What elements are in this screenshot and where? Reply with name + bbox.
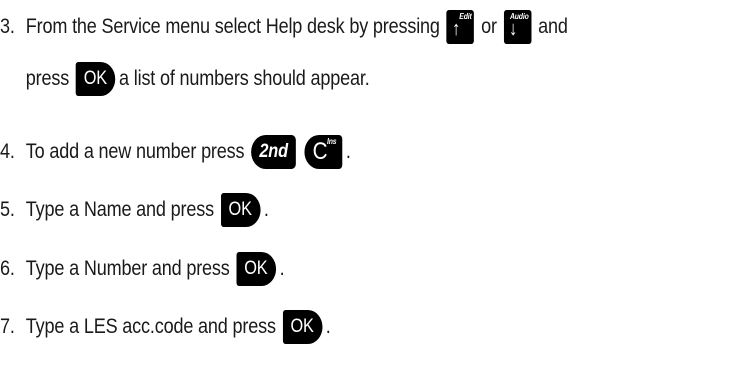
step-text: Type a Name and press [25, 198, 214, 221]
step-number: 7. [0, 315, 15, 338]
and-text: and [538, 15, 568, 38]
step-text: To add a new number press [25, 140, 245, 163]
step-3-line-2: press OK a list of numbers should appear… [0, 59, 370, 99]
or-text: or [481, 15, 497, 38]
step-number: 4. [0, 140, 15, 163]
key-superscript: Edit [459, 12, 472, 21]
ok-key: OK [282, 310, 323, 344]
key-superscript: Ins [326, 137, 337, 146]
key-main-label: C [312, 138, 328, 165]
step-text: From the Service menu select Help desk b… [25, 15, 440, 38]
step-number: 6. [0, 257, 15, 280]
audio-down-key: ↓ Audio [503, 10, 532, 44]
step-text: Type a LES acc.code and press [25, 315, 276, 338]
step-4: 4. To add a new number press 2nd C Ins . [0, 132, 351, 172]
ok-key: OK [75, 62, 116, 96]
step-7: 7. Type a LES acc.code and press OK . [0, 307, 331, 347]
step-end: . [263, 198, 269, 221]
step-3-line-1: 3. From the Service menu select Help des… [0, 7, 568, 47]
step-number: 3. [0, 15, 15, 38]
step-text: Type a Number and press [25, 257, 230, 280]
step-text: a list of numbers should appear. [119, 67, 370, 90]
step-5: 5. Type a Name and press OK . [0, 190, 269, 230]
ok-key: OK [236, 252, 277, 286]
clear-insert-key: C Ins [304, 135, 343, 169]
key-superscript: Audio [509, 12, 529, 21]
edit-up-key: ↑ Edit [446, 10, 475, 44]
second-key: 2nd [251, 135, 296, 169]
step-end: . [279, 257, 285, 280]
step-end: . [325, 315, 331, 338]
step-text: press [25, 67, 70, 90]
ok-key: OK [220, 193, 261, 227]
step-end: . [345, 140, 351, 163]
step-6: 6. Type a Number and press OK . [0, 249, 285, 289]
step-number: 5. [0, 198, 15, 221]
